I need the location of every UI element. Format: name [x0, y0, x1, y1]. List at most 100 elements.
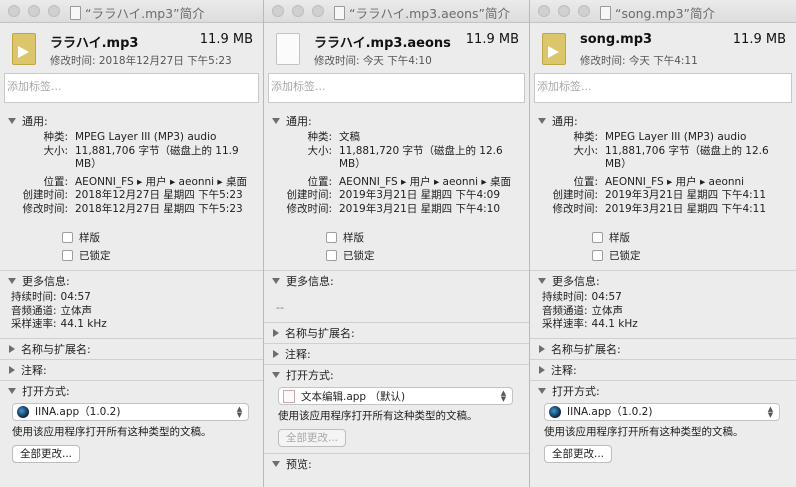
file-size: 11.9 MB — [465, 32, 519, 47]
change-all-button[interactable]: 全部更改... — [278, 429, 347, 447]
zoom-button[interactable] — [578, 5, 590, 17]
disclosure-triangle-expanded-icon[interactable] — [272, 118, 280, 124]
disclosure-triangle-expanded-icon[interactable] — [8, 278, 16, 284]
modified-summary: 修改时间: 今天 下午4:10 — [314, 55, 432, 67]
window-title: “ララハイ.mp3.aeons”简介 — [334, 3, 525, 22]
created-value: 2018年12月27日 星期四 下午5:23 — [75, 189, 243, 201]
title-bar[interactable]: “ララハイ.mp3”简介 — [0, 0, 263, 23]
title-bar[interactable]: “song.mp3”简介 — [530, 0, 796, 23]
tags-field[interactable]: 添加标签... — [4, 73, 259, 103]
stationery-checkbox-row[interactable]: 样版 — [530, 228, 796, 246]
locked-checkbox-row[interactable]: 已锁定 — [264, 246, 529, 264]
more-info-header[interactable]: 更多信息: — [264, 271, 529, 291]
minimize-button[interactable] — [292, 5, 304, 17]
blank-document-icon — [276, 33, 300, 65]
section-title: 更多信息: — [552, 275, 600, 288]
name-ext-header[interactable]: 名称与扩展名: — [0, 339, 263, 359]
created-row: 创建时间: 2019年3月21日 星期四 下午4:11 — [530, 189, 796, 203]
disclosure-triangle-expanded-icon[interactable] — [272, 461, 280, 467]
general-section: 通用: 种类: 文稿 大小: 11,881,720 字节（磁盘上的 12.6 MB）… — [264, 111, 529, 271]
comments-header[interactable]: 注释: — [530, 360, 796, 380]
minimize-button[interactable] — [558, 5, 570, 17]
minimize-button[interactable] — [28, 5, 40, 17]
disclosure-triangle-expanded-icon[interactable] — [8, 387, 16, 394]
change-all-button[interactable]: 全部更改... — [12, 444, 81, 463]
size-value: 11,881,720 字节（磁盘上的 12.6 MB） — [339, 144, 503, 171]
section-title: 更多信息: — [286, 275, 334, 288]
file-name: ララハイ.mp3 — [50, 36, 139, 51]
disclosure-triangle-expanded-icon[interactable] — [538, 118, 546, 124]
stationery-checkbox[interactable] — [326, 231, 337, 243]
channels-label: 音频通道: — [11, 304, 57, 317]
open-with-section: 打开方式: IINA.app（1.0.2) ▲ ▼ 使用该应用程序打开所有这种类型… — [0, 381, 263, 463]
popup-arrows-icon: ▲ ▼ — [767, 404, 774, 419]
comments-header[interactable]: 注释: — [264, 344, 529, 364]
stationery-checkbox-row[interactable]: 样版 — [264, 228, 529, 246]
locked-checkbox-row[interactable]: 已锁定 — [0, 246, 263, 264]
comments-header[interactable]: 注释: — [0, 360, 263, 380]
disclosure-triangle-collapsed-icon[interactable] — [9, 344, 15, 353]
window-title: “song.mp3”简介 — [600, 3, 792, 22]
disclosure-triangle-expanded-icon[interactable] — [538, 278, 546, 284]
tags-field[interactable]: 添加标签... — [268, 73, 525, 103]
created-row: 创建时间: 2019年3月21日 星期四 下午4:09 — [264, 189, 529, 203]
locked-checkbox[interactable] — [592, 249, 603, 261]
disclosure-triangle-collapsed-icon[interactable] — [9, 365, 15, 374]
more-info-header[interactable]: 更多信息: — [530, 271, 796, 291]
kind-row: 种类: MPEG Layer III (MP3) audio — [530, 131, 796, 145]
where-value: AEONNI_FS ▸ 用户 ▸ aeonni ▸ 桌面 — [75, 175, 248, 188]
mp3-file-icon — [542, 33, 566, 65]
disclosure-triangle-collapsed-icon[interactable] — [539, 365, 545, 374]
created-label: 创建时间: — [552, 189, 598, 201]
section-title: 注释: — [21, 363, 47, 377]
disclosure-triangle-expanded-icon[interactable] — [272, 278, 280, 284]
disclosure-triangle-expanded-icon[interactable] — [8, 118, 16, 124]
open-with-popup[interactable]: IINA.app（1.0.2) ▲ ▼ — [544, 402, 780, 421]
zoom-button[interactable] — [48, 5, 60, 17]
close-button[interactable] — [8, 5, 20, 17]
locked-checkbox[interactable] — [326, 249, 337, 261]
disclosure-triangle-collapsed-icon[interactable] — [273, 329, 279, 337]
where-label: 位置: — [573, 175, 598, 188]
close-button[interactable] — [538, 5, 550, 17]
modified-value: 2018年12月27日 星期四 下午5:23 — [75, 202, 243, 215]
locked-checkbox[interactable] — [62, 249, 73, 261]
title-bar[interactable]: “ララハイ.mp3.aeons”简介 — [264, 0, 529, 23]
created-row: 创建时间: 2018年12月27日 星期四 下午5:23 — [0, 189, 263, 203]
size-row: 大小: 11,881,720 字节（磁盘上的 12.6 MB） — [264, 145, 529, 172]
open-with-header[interactable]: 打开方式: — [0, 381, 263, 401]
stationery-checkbox[interactable] — [592, 231, 603, 243]
name-ext-header[interactable]: 名称与扩展名: — [264, 323, 529, 343]
stationery-checkbox[interactable] — [62, 231, 73, 243]
tags-placeholder: 添加标签... — [7, 80, 62, 93]
modified-label: 修改时间: — [22, 202, 68, 215]
locked-label: 已锁定 — [343, 249, 375, 262]
more-info-header[interactable]: 更多信息: — [0, 271, 263, 291]
general-header[interactable]: 通用: — [264, 111, 529, 131]
open-with-header[interactable]: 打开方式: — [264, 365, 529, 385]
name-ext-header[interactable]: 名称与扩展名: — [530, 339, 796, 359]
disclosure-triangle-expanded-icon[interactable] — [272, 372, 280, 378]
open-with-popup[interactable]: IINA.app（1.0.2) ▲ ▼ — [12, 402, 249, 421]
locked-checkbox-row[interactable]: 已锁定 — [530, 246, 796, 264]
disclosure-triangle-collapsed-icon[interactable] — [273, 350, 279, 358]
disclosure-triangle-expanded-icon[interactable] — [538, 387, 546, 394]
section-title: 名称与扩展名: — [551, 342, 621, 356]
close-button[interactable] — [272, 5, 284, 17]
open-with-description: 使用该应用程序打开所有这种类型的文稿。 — [12, 425, 212, 438]
modified-summary: 修改时间: 2018年12月27日 下午5:23 — [50, 55, 232, 67]
general-header[interactable]: 通用: — [0, 111, 263, 131]
disclosure-triangle-collapsed-icon[interactable] — [539, 344, 545, 353]
zoom-button[interactable] — [312, 5, 324, 17]
kind-label: 种类: — [573, 131, 598, 143]
preview-header[interactable]: 预览: — [264, 454, 529, 474]
change-all-button[interactable]: 全部更改... — [544, 444, 613, 463]
stationery-checkbox-row[interactable]: 样版 — [0, 228, 263, 246]
sample-rate-label: 采样速率: — [542, 318, 588, 330]
sample-rate-value: 44.1 kHz — [591, 318, 638, 330]
open-with-header[interactable]: 打开方式: — [530, 381, 796, 401]
tags-field[interactable]: 添加标签... — [534, 73, 792, 103]
locked-label: 已锁定 — [79, 249, 111, 262]
open-with-popup[interactable]: 文本编辑.app （默认) ▲ ▼ — [278, 387, 513, 405]
general-header[interactable]: 通用: — [530, 111, 796, 131]
